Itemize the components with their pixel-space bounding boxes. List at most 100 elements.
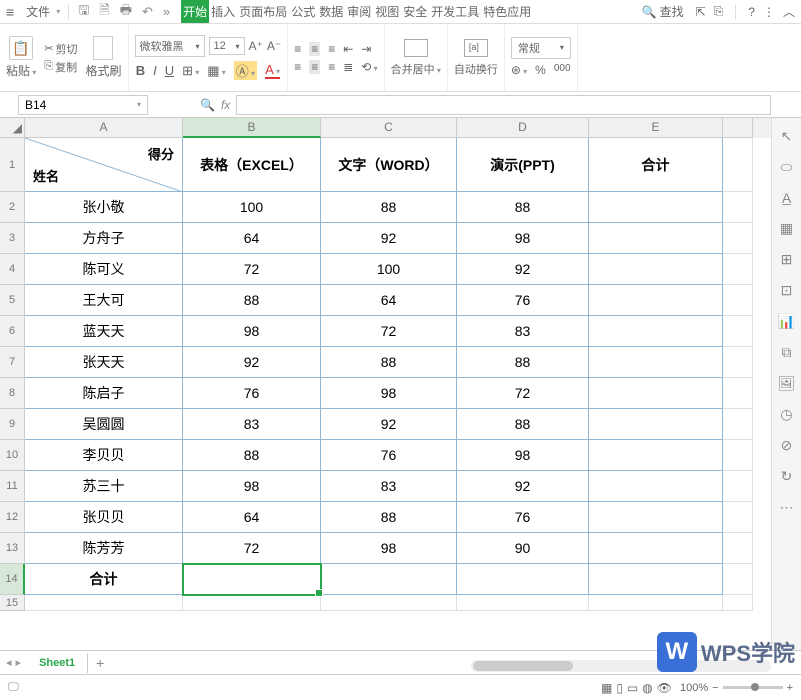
cell-ppt[interactable]: 92 <box>457 471 589 502</box>
cell-ppt[interactable]: 92 <box>457 254 589 285</box>
collapse-ribbon-icon[interactable]: ︿ <box>783 3 795 20</box>
indent-increase-icon[interactable]: ⇥ <box>361 42 371 56</box>
merge-cells-button[interactable]: 合并居中 <box>391 61 441 77</box>
cell-name[interactable]: 蓝天天 <box>25 316 183 347</box>
cell-excel[interactable]: 83 <box>183 409 321 440</box>
header-ppt[interactable]: 演示(PPT) <box>457 138 589 192</box>
wrap-text-button[interactable]: 自动换行 <box>454 61 498 77</box>
kebab-icon[interactable]: ⋮ <box>763 5 775 19</box>
font-size-select[interactable]: 12▾ <box>209 37 245 55</box>
cell-word[interactable]: 72 <box>321 316 457 347</box>
cell-word[interactable]: 88 <box>321 347 457 378</box>
cell[interactable] <box>723 502 753 533</box>
undo-icon[interactable]: ↶ <box>137 4 158 20</box>
more-icon[interactable]: » <box>158 4 175 19</box>
header-excel[interactable]: 表格（EXCEL） <box>183 138 321 192</box>
row-header-14[interactable]: 14 <box>0 564 25 595</box>
row-header-3[interactable]: 3 <box>0 223 25 254</box>
cell-excel[interactable]: 72 <box>183 254 321 285</box>
cell-ppt[interactable]: 88 <box>457 409 589 440</box>
cell-ppt[interactable]: 98 <box>457 440 589 471</box>
file-dropdown-icon[interactable]: ▾ <box>56 7 64 16</box>
cell-name[interactable]: 李贝贝 <box>25 440 183 471</box>
tab-pagelayout[interactable]: 页面布局 <box>237 0 289 23</box>
cell-name[interactable]: 陈可义 <box>25 254 183 285</box>
page-view-icon[interactable]: ▯ <box>616 681 623 695</box>
sheet-nav[interactable]: ◂▸ <box>0 656 27 669</box>
format-painter-button[interactable]: 格式刷 <box>85 62 121 79</box>
scrollbar-thumb[interactable] <box>473 661 573 671</box>
cell-ppt[interactable]: 76 <box>457 285 589 316</box>
row-header-12[interactable]: 12 <box>0 502 25 533</box>
cell-name[interactable]: 张贝贝 <box>25 502 183 533</box>
diagonal-header-cell[interactable]: 得分 姓名 <box>25 138 183 192</box>
cell-total[interactable] <box>589 378 723 409</box>
cell-ppt[interactable]: 88 <box>457 347 589 378</box>
tool3-icon[interactable]: ⊘ <box>781 437 793 454</box>
reading-view-icon[interactable]: ◍ <box>642 681 652 695</box>
font-name-select[interactable]: 微软雅黑▾ <box>135 35 205 57</box>
eye-view-icon[interactable]: 👁 <box>657 681 672 695</box>
align-bottom-icon[interactable]: ≡ <box>328 42 335 56</box>
total-label-cell[interactable]: 合计 <box>25 564 183 595</box>
cell[interactable] <box>723 347 753 378</box>
link-icon[interactable]: ⧉ <box>782 344 792 361</box>
cell-total[interactable] <box>589 285 723 316</box>
merge-cells-icon[interactable] <box>404 39 428 57</box>
cell[interactable] <box>321 564 457 595</box>
name-box[interactable]: B14▾ <box>18 95 148 115</box>
cell-total[interactable] <box>589 192 723 223</box>
cell[interactable] <box>723 378 753 409</box>
cell[interactable] <box>723 440 753 471</box>
cell-word[interactable]: 88 <box>321 192 457 223</box>
align-center-icon[interactable]: ≡ <box>309 60 320 74</box>
cell-excel[interactable]: 92 <box>183 347 321 378</box>
orientation-icon[interactable]: ⟲ <box>361 60 377 74</box>
copy-button[interactable]: ⎘复制 <box>44 59 77 75</box>
cell-word[interactable]: 83 <box>321 471 457 502</box>
selected-cell-b14[interactable] <box>183 564 321 595</box>
col-header-f[interactable] <box>723 118 753 138</box>
wrap-text-icon[interactable]: [a] <box>464 39 488 57</box>
cell-name[interactable]: 张天天 <box>25 347 183 378</box>
cell[interactable] <box>723 254 753 285</box>
zoom-slider[interactable] <box>723 686 783 689</box>
currency-button[interactable]: ⊛ <box>511 63 527 79</box>
cell-total[interactable] <box>589 347 723 378</box>
share-icon[interactable]: ⇱ <box>696 5 706 19</box>
border-button[interactable]: ⊞ <box>182 63 199 79</box>
print-preview-icon[interactable]: 🗎 <box>94 1 114 23</box>
cell-total[interactable] <box>589 223 723 254</box>
select-all-corner[interactable]: ◢ <box>0 118 25 138</box>
paste-icon[interactable]: 📋 <box>9 36 33 60</box>
row-header-9[interactable]: 9 <box>0 409 25 440</box>
bold-button[interactable]: B <box>136 63 145 78</box>
cell-total[interactable] <box>589 316 723 347</box>
cursor-icon[interactable]: ↖ <box>781 128 793 145</box>
file-menu[interactable]: 文件 <box>20 3 56 20</box>
row-header-13[interactable]: 13 <box>0 533 25 564</box>
underline-button[interactable]: U <box>165 63 174 78</box>
cell[interactable] <box>183 595 321 611</box>
formula-input[interactable] <box>236 95 771 115</box>
header-total[interactable]: 合计 <box>589 138 723 192</box>
decrease-font-icon[interactable]: A⁻ <box>267 39 281 53</box>
col-header-e[interactable]: E <box>589 118 723 138</box>
fx-icon[interactable]: fx <box>221 98 230 112</box>
cell-excel[interactable]: 88 <box>183 440 321 471</box>
box-icon[interactable]: ⎘ <box>714 4 724 19</box>
align-left-icon[interactable]: ≡ <box>294 60 301 74</box>
pagebreak-view-icon[interactable]: ▭ <box>627 681 638 695</box>
cell-excel[interactable]: 100 <box>183 192 321 223</box>
cell-word[interactable]: 76 <box>321 440 457 471</box>
cell-word[interactable]: 98 <box>321 533 457 564</box>
sheet-tab-active[interactable]: Sheet1 <box>27 653 88 673</box>
comma-style-button[interactable]: 000 <box>554 63 571 79</box>
search-icon[interactable]: 🔍 <box>639 5 660 19</box>
tab-formula[interactable]: 公式 <box>289 0 317 23</box>
refresh-icon[interactable]: ↻ <box>781 468 793 485</box>
cell[interactable] <box>723 223 753 254</box>
cell[interactable] <box>723 316 753 347</box>
cell-name[interactable]: 王大可 <box>25 285 183 316</box>
cell-total[interactable] <box>589 409 723 440</box>
